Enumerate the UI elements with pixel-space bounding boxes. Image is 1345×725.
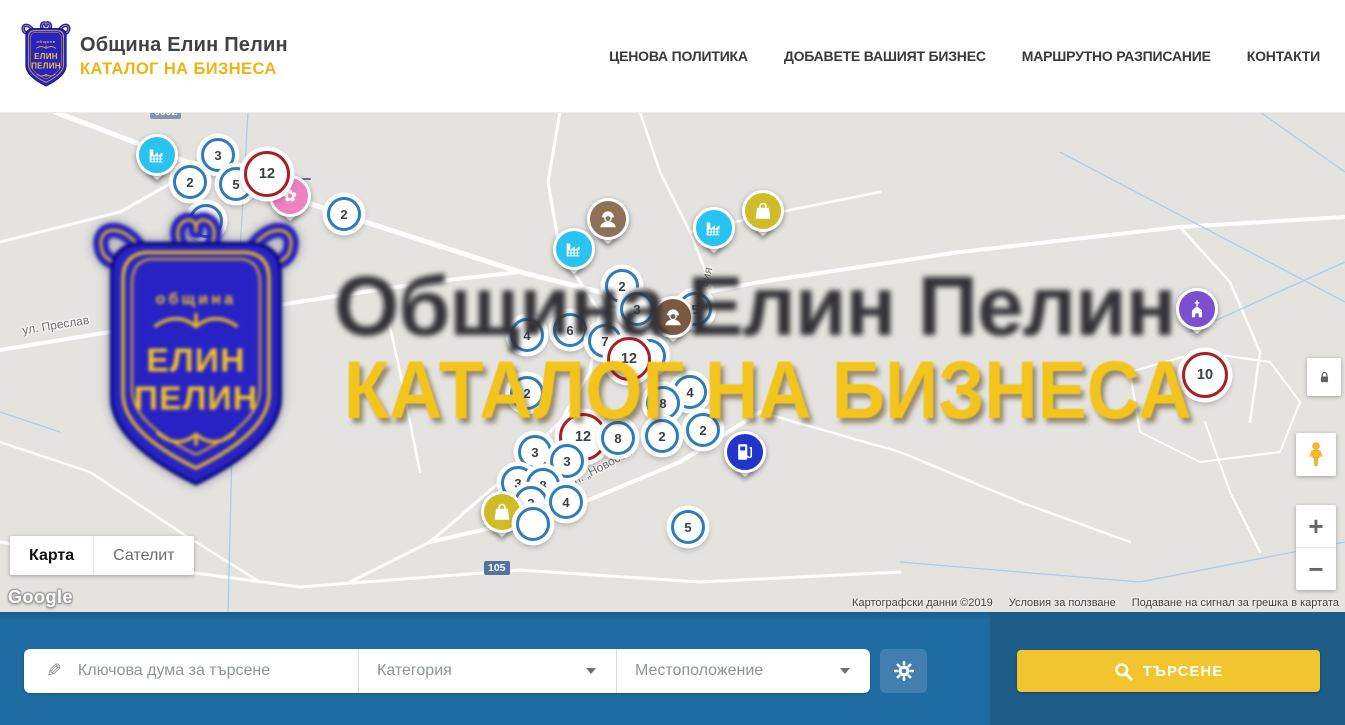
municipality-crest-icon: община ЕЛИН ПЕЛИН [20, 21, 72, 91]
nav-add-business[interactable]: ДОБАВЕТЕ ВАШИЯТ БИЗНЕС [784, 48, 986, 64]
google-logo[interactable]: Google [8, 587, 73, 608]
map-attribution: Картографски данни ©2019 Условия за полз… [852, 597, 1339, 609]
zoom-out-button[interactable]: − [1296, 547, 1336, 590]
category-pin-factory[interactable] [693, 207, 735, 249]
chevron-down-icon [840, 668, 850, 674]
pegman-icon [1304, 440, 1328, 470]
category-pin-fuel[interactable] [724, 431, 766, 473]
chevron-down-icon [586, 668, 596, 674]
location-value: Местоположение [635, 662, 763, 680]
street-view-pegman[interactable] [1296, 433, 1336, 476]
lock-button[interactable] [1307, 358, 1341, 396]
search-bar: ✎ Категория Местоположение [0, 612, 1345, 725]
factory-icon [553, 228, 595, 270]
category-pin-factory[interactable] [136, 134, 178, 176]
zoom-in-button[interactable]: + [1296, 505, 1336, 547]
category-value: Категория [377, 662, 452, 680]
main-nav: ЦЕНОВА ПОЛИТИКА ДОБАВЕТЕ ВАШИЯТ БИЗНЕС М… [609, 0, 1320, 112]
report-error-link[interactable]: Подаване на сигнал за грешка в картата [1132, 597, 1339, 609]
site-title: Община Елин Пелин [80, 34, 288, 57]
worker-icon [652, 296, 694, 338]
svg-text:ЕЛИН: ЕЛИН [34, 52, 58, 61]
attribution-copyright: Картографски данни ©2019 [852, 597, 993, 609]
search-button-panel: ТЪРСЕНЕ [990, 612, 1345, 725]
category-select[interactable]: Категория [358, 649, 616, 693]
site-logo[interactable]: община ЕЛИН ПЕЛИН Община Елин Пелин КАТА… [20, 21, 288, 91]
factory-icon [693, 207, 735, 249]
cluster-marker[interactable]: 8 [601, 421, 635, 455]
search-icon [1114, 662, 1133, 681]
cluster-marker[interactable]: 5 [671, 510, 705, 544]
factory-icon [136, 134, 178, 176]
keyword-field[interactable]: ✎ [24, 649, 358, 693]
location-select[interactable]: Местоположение [616, 649, 870, 693]
map-type-control: Карта Сателит [10, 536, 194, 575]
gear-icon [892, 659, 916, 683]
category-pin-worker[interactable] [652, 296, 694, 338]
category-pin-bag[interactable] [742, 190, 784, 232]
cluster-marker[interactable]: 4 [549, 485, 583, 519]
cluster-marker[interactable]: 2 [510, 376, 544, 410]
zoom-control: + − [1296, 505, 1336, 590]
search-button[interactable]: ТЪРСЕНЕ [1017, 650, 1320, 692]
terms-link[interactable]: Условия за ползване [1009, 597, 1116, 609]
map-type-map-button[interactable]: Карта [10, 536, 93, 575]
cluster-marker[interactable]: 2 [173, 165, 207, 199]
cluster-marker[interactable] [189, 204, 223, 238]
cluster-marker[interactable] [516, 507, 550, 541]
keyword-input[interactable] [76, 661, 344, 681]
site-subtitle: КАТАЛОГ НА БИЗНЕСА [80, 60, 288, 79]
header: община ЕЛИН ПЕЛИН Община Елин Пелин КАТА… [0, 0, 1345, 113]
cluster-marker[interactable]: 2 [686, 413, 720, 447]
nav-contacts[interactable]: КОНТАКТИ [1247, 48, 1320, 64]
church-icon [1176, 288, 1218, 330]
search-fields: ✎ Категория Местоположение [24, 649, 870, 693]
cluster-marker[interactable]: 6 [553, 313, 587, 347]
cluster-marker[interactable]: 2 [327, 197, 361, 231]
google-map[interactable]: ул. Преславбул. „Новоселция 6002105 3251… [0, 112, 1345, 612]
pencil-icon: ✎ [46, 660, 62, 683]
cluster-marker[interactable]: 12 [244, 151, 290, 197]
lock-icon [1316, 369, 1333, 386]
nav-pricing[interactable]: ЦЕНОВА ПОЛИТИКА [609, 48, 748, 64]
category-pin-factory[interactable] [553, 228, 595, 270]
bag-icon [742, 190, 784, 232]
cluster-marker[interactable]: 2 [645, 419, 679, 453]
cluster-marker[interactable]: 8 [646, 386, 680, 420]
markers-layer: 32512223564751210428221283338345 [0, 112, 1345, 612]
category-pin-church[interactable] [1176, 288, 1218, 330]
cluster-marker[interactable]: 10 [1182, 352, 1228, 398]
advanced-settings-button[interactable] [880, 649, 927, 693]
cluster-marker[interactable]: 3 [620, 292, 654, 326]
svg-text:ПЕЛИН: ПЕЛИН [31, 61, 61, 70]
nav-bus-schedule[interactable]: МАРШРУТНО РАЗПИСАНИЕ [1022, 48, 1211, 64]
map-type-satellite-button[interactable]: Сателит [93, 536, 193, 575]
cluster-marker[interactable]: 3 [518, 435, 552, 469]
cluster-marker[interactable]: 12 [607, 337, 651, 381]
svg-text:община: община [36, 40, 55, 44]
fuel-icon [724, 431, 766, 473]
cluster-marker[interactable]: 4 [510, 318, 544, 352]
